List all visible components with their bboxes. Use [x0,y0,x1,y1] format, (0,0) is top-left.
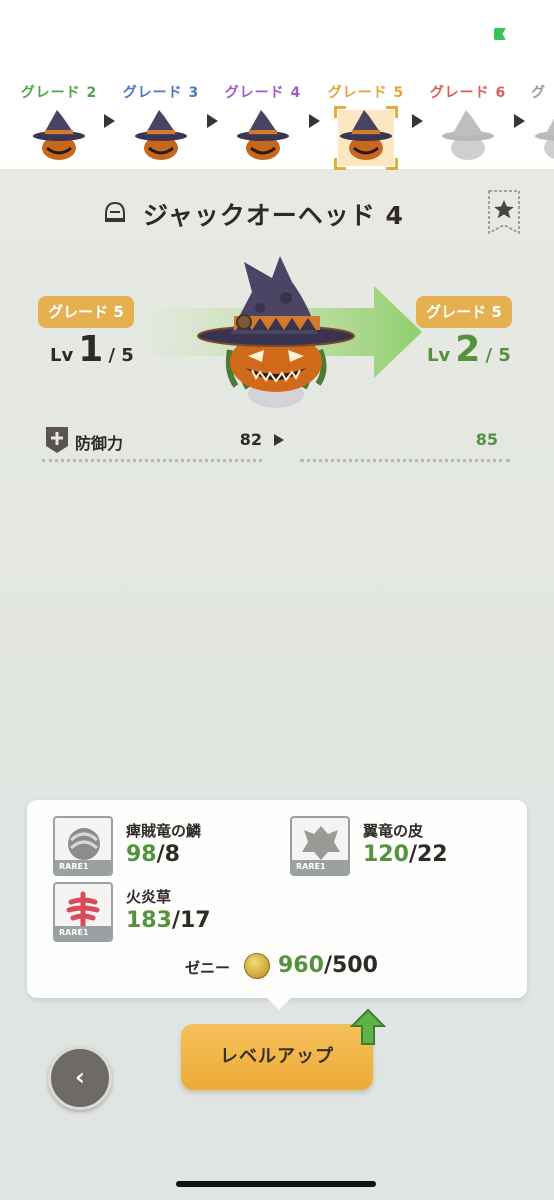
current-level: Lv 1 / 5 [50,329,134,370]
stat-next-value: 85 [475,430,498,449]
battery-icon [494,28,506,40]
stat-arrow-icon [274,434,284,446]
grade-label: グレード 5 [327,85,405,101]
zeny-count: 960/500 [278,953,378,978]
back-button[interactable]: ‹ [48,1046,112,1110]
divider [42,459,262,462]
pumpkin-helmet-thumbnail-locked [438,108,498,168]
current-grade-badge: グレード 5 [38,296,134,328]
level-number: 1 [78,329,104,370]
status-bar [0,0,554,70]
hide-icon: RARE1 [290,816,350,876]
grade-label: グ [531,85,546,101]
grade-label: グレード 4 [224,85,302,101]
material-name: 翼竜の皮 [363,822,424,840]
required-count: /8 [156,842,180,867]
zeny-label: ゼニー [185,959,231,977]
grade-label: グレード 6 [429,85,507,101]
material-count: 183/17 [126,908,211,933]
grade-item-7[interactable]: グ [531,82,554,168]
grade-item-4[interactable]: グレード 4 [223,82,303,168]
owned-count: 98 [126,842,157,867]
grade-arrow-icon [412,114,423,128]
favorite-star-icon[interactable] [488,190,520,234]
shield-plus-icon [46,427,68,453]
required-count: /22 [408,842,448,867]
rarity-label: RARE1 [55,860,111,874]
level-prefix: Lv [427,345,451,366]
material-name: 火炎草 [126,888,172,906]
grade-arrow-icon [309,114,320,128]
pumpkin-helmet-thumbnail-locked [531,108,554,168]
pumpkin-helmet-image [197,256,355,408]
grade-item-2[interactable]: グレード 2 [19,82,99,168]
material-name: 痺賊竜の鱗 [126,822,202,840]
level-number: 2 [455,329,481,370]
grade-item-6[interactable]: グレード 6 [428,82,508,168]
material-item[interactable]: RARE1 痺賊竜の鱗 98/8 [53,816,283,876]
pumpkin-helmet-thumbnail-selected [334,106,398,170]
owned-count: 120 [363,842,409,867]
grade-strip: グレード 2 グレード 3 グレード 4 グレード 5 グレード 6 グ [0,70,554,170]
materials-card: RARE1 痺賊竜の鱗 98/8 RARE1 翼竜の皮 120/22 RARE1… [27,800,527,1010]
home-indicator[interactable] [176,1181,376,1187]
owned-count: 183 [126,908,172,933]
grade-arrow-icon [104,114,115,128]
pumpkin-helmet-thumbnail [131,108,191,168]
material-count: 98/8 [126,842,180,867]
rarity-label: RARE1 [55,926,111,940]
rarity-label: RARE1 [292,860,348,874]
level-prefix: Lv [50,345,74,366]
grade-arrow-icon [207,114,218,128]
fire-herb-icon: RARE1 [53,882,113,942]
next-grade-badge: グレード 5 [416,296,512,328]
required-zeny: /500 [323,953,378,978]
item-title-row: ジャックオーヘッド 4 [0,196,554,236]
next-level: Lv 2 / 5 [427,329,511,370]
zeny-coin-icon [244,953,270,979]
grade-label: グレード 2 [20,85,98,101]
divider [300,459,510,462]
pumpkin-helmet-thumbnail [29,108,89,168]
level-up-button[interactable]: レベルアップ [181,1024,373,1090]
helmet-icon [105,201,125,222]
owned-zeny: 960 [278,953,324,978]
grade-label: グレード 3 [122,85,200,101]
material-item[interactable]: RARE1 翼竜の皮 120/22 [290,816,520,876]
required-count: /17 [171,908,211,933]
level-max: / 5 [485,345,511,366]
stat-row-defense: 防御力 82 85 [0,426,554,466]
zeny-cost-row: ゼニー 960/500 [27,952,527,982]
grade-item-3[interactable]: グレード 3 [121,82,201,168]
material-item[interactable]: RARE1 火炎草 183/17 [53,882,283,942]
scale-icon: RARE1 [53,816,113,876]
grade-item-5[interactable]: グレード 5 [326,82,406,170]
pumpkin-helmet-thumbnail [233,108,293,168]
item-title: ジャックオーヘッド 4 [143,201,404,230]
stat-label: 防御力 [75,434,124,453]
level-up-arrow-icon [350,1008,386,1045]
level-max: / 5 [108,345,134,366]
grade-arrow-icon [514,114,525,128]
material-count: 120/22 [363,842,448,867]
stat-current-value: 82 [239,430,262,449]
